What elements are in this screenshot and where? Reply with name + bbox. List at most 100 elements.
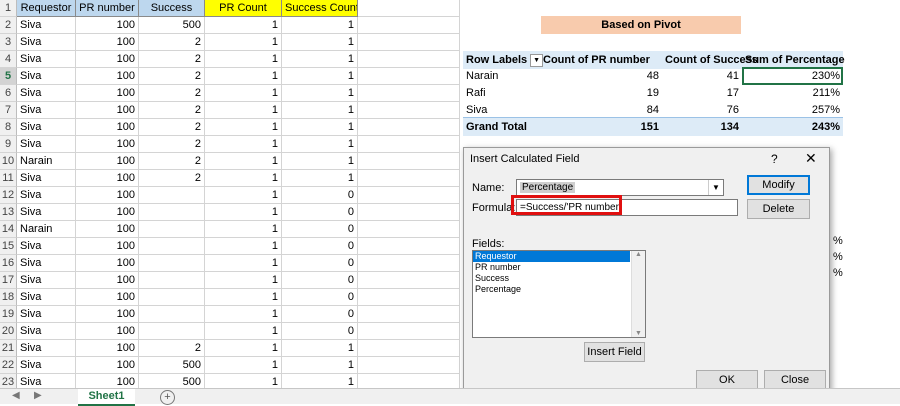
cell-pr-count[interactable]: 1: [205, 187, 282, 204]
cell-pr-count[interactable]: 1: [205, 374, 282, 388]
scroll-down-icon[interactable]: ▼: [632, 330, 645, 337]
header-success-count[interactable]: Success Count: [282, 0, 358, 17]
row-number[interactable]: 5: [0, 68, 17, 85]
cell-success[interactable]: 2: [139, 85, 205, 102]
cell-success-count[interactable]: 1: [282, 357, 358, 374]
tab-scroll-right-icon[interactable]: ▶: [34, 390, 42, 401]
cell-pr-count[interactable]: 1: [205, 119, 282, 136]
cell-pr-number[interactable]: 100: [76, 153, 139, 170]
row-number[interactable]: 16: [0, 255, 17, 272]
listbox-scrollbar[interactable]: ▲ ▼: [631, 251, 645, 337]
pivot-row-label[interactable]: Rafi: [463, 84, 540, 102]
cell-pr-count[interactable]: 1: [205, 306, 282, 323]
cell-success-count[interactable]: 0: [282, 187, 358, 204]
cell-success[interactable]: [139, 255, 205, 272]
insert-field-button[interactable]: Insert Field: [584, 342, 645, 362]
cell-pr-number[interactable]: 100: [76, 255, 139, 272]
cell-success-count[interactable]: 1: [282, 119, 358, 136]
pivot-value[interactable]: 41: [662, 67, 742, 85]
cell-success[interactable]: 500: [139, 374, 205, 388]
empty-cell[interactable]: [358, 204, 460, 221]
cell-pr-number[interactable]: 100: [76, 374, 139, 388]
cell-pr-count[interactable]: 1: [205, 170, 282, 187]
grand-total-value[interactable]: 151: [540, 118, 662, 136]
empty-cell[interactable]: [358, 255, 460, 272]
cell-pr-count[interactable]: 1: [205, 51, 282, 68]
cell-requestor[interactable]: Narain: [17, 153, 76, 170]
row-number[interactable]: 3: [0, 34, 17, 51]
cell-requestor[interactable]: Siva: [17, 204, 76, 221]
fields-listbox[interactable]: Requestor PR number Success Percentage ▲…: [472, 250, 646, 338]
cell-success-count[interactable]: 0: [282, 204, 358, 221]
empty-cell[interactable]: [358, 0, 460, 17]
cell-pr-number[interactable]: 100: [76, 238, 139, 255]
cell-pr-number[interactable]: 100: [76, 136, 139, 153]
cell-pr-number[interactable]: 100: [76, 340, 139, 357]
cell-success[interactable]: 2: [139, 51, 205, 68]
chevron-down-icon[interactable]: ▼: [708, 180, 723, 195]
row-number[interactable]: 22: [0, 357, 17, 374]
cell-pr-count[interactable]: 1: [205, 238, 282, 255]
empty-cell[interactable]: [358, 289, 460, 306]
cell-requestor[interactable]: Siva: [17, 255, 76, 272]
row-number[interactable]: 8: [0, 119, 17, 136]
ok-button[interactable]: OK: [696, 370, 758, 390]
empty-cell[interactable]: [358, 34, 460, 51]
cell-pr-count[interactable]: 1: [205, 340, 282, 357]
list-item[interactable]: PR number: [473, 262, 630, 273]
empty-cell[interactable]: [358, 51, 460, 68]
spreadsheet-grid[interactable]: 1 Requestor PR number Success PR Count S…: [0, 0, 460, 388]
cell-success-count[interactable]: 0: [282, 272, 358, 289]
partial-cell[interactable]: %: [833, 235, 843, 247]
cell-success-count[interactable]: 0: [282, 238, 358, 255]
cell-pr-number[interactable]: 100: [76, 357, 139, 374]
cell-success[interactable]: [139, 238, 205, 255]
cell-pr-number[interactable]: 100: [76, 85, 139, 102]
cell-pr-number[interactable]: 100: [76, 221, 139, 238]
header-success[interactable]: Success: [139, 0, 205, 17]
cell-success-count[interactable]: 1: [282, 51, 358, 68]
cell-requestor[interactable]: Siva: [17, 272, 76, 289]
cell-pr-number[interactable]: 100: [76, 102, 139, 119]
row-number[interactable]: 17: [0, 272, 17, 289]
empty-cell[interactable]: [358, 153, 460, 170]
row-number[interactable]: 9: [0, 136, 17, 153]
partial-cell[interactable]: %: [833, 267, 843, 279]
row-number[interactable]: 7: [0, 102, 17, 119]
cell-pr-number[interactable]: 100: [76, 306, 139, 323]
empty-cell[interactable]: [358, 85, 460, 102]
cell-requestor[interactable]: Siva: [17, 119, 76, 136]
empty-cell[interactable]: [358, 306, 460, 323]
empty-cell[interactable]: [358, 17, 460, 34]
cell-requestor[interactable]: Siva: [17, 136, 76, 153]
row-number[interactable]: 15: [0, 238, 17, 255]
cell-requestor[interactable]: Siva: [17, 289, 76, 306]
cell-pr-number[interactable]: 100: [76, 272, 139, 289]
empty-cell[interactable]: [358, 340, 460, 357]
cell-requestor[interactable]: Siva: [17, 323, 76, 340]
delete-button[interactable]: Delete: [747, 199, 810, 219]
empty-cell[interactable]: [358, 136, 460, 153]
cell-success[interactable]: [139, 221, 205, 238]
grand-total-value[interactable]: 243%: [742, 118, 843, 136]
header-requestor[interactable]: Requestor: [17, 0, 76, 17]
cell-success[interactable]: [139, 306, 205, 323]
cell-success-count[interactable]: 1: [282, 17, 358, 34]
cell-success[interactable]: 2: [139, 136, 205, 153]
cell-pr-number[interactable]: 100: [76, 289, 139, 306]
cell-success[interactable]: 500: [139, 357, 205, 374]
cell-success-count[interactable]: 0: [282, 221, 358, 238]
empty-cell[interactable]: [358, 119, 460, 136]
cell-pr-count[interactable]: 1: [205, 272, 282, 289]
cell-pr-number[interactable]: 100: [76, 323, 139, 340]
cell-requestor[interactable]: Siva: [17, 238, 76, 255]
modify-button[interactable]: Modify: [747, 175, 810, 195]
header-pr-count[interactable]: PR Count: [205, 0, 282, 17]
cell-pr-number[interactable]: 100: [76, 17, 139, 34]
cell-requestor[interactable]: Siva: [17, 170, 76, 187]
cell-pr-number[interactable]: 100: [76, 51, 139, 68]
cell-requestor[interactable]: Siva: [17, 374, 76, 388]
empty-cell[interactable]: [358, 323, 460, 340]
cell-requestor[interactable]: Siva: [17, 85, 76, 102]
cell-success-count[interactable]: 1: [282, 102, 358, 119]
